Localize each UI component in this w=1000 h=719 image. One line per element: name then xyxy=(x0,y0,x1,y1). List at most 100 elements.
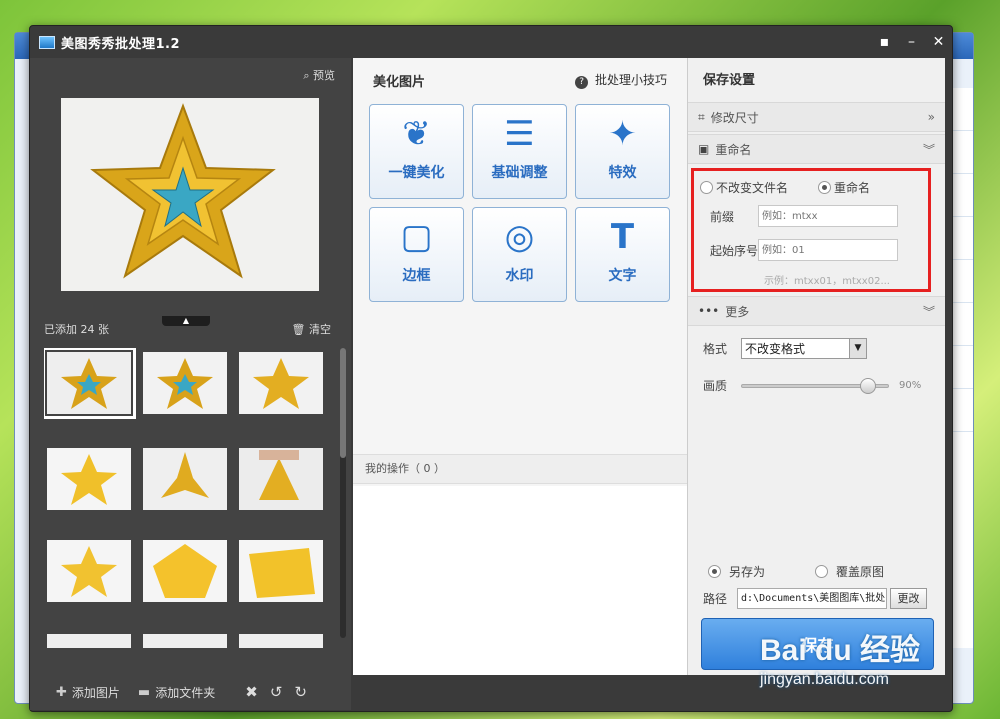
watermark-logo: Bai du 经验 xyxy=(760,634,921,667)
add-image-button[interactable]: ✚ 添加图片 xyxy=(56,684,120,701)
title-bar[interactable]: 美图秀秀批处理1.2 ▪ – ✕ xyxy=(30,26,952,58)
slider-knob[interactable] xyxy=(859,377,876,394)
rename-option-label: 重命名 xyxy=(834,180,871,195)
save-settings-title: 保存设置 xyxy=(703,73,756,88)
resize-section[interactable]: ⌗ 修改尺寸 » xyxy=(688,102,945,132)
watermark-button[interactable]: ◎ 水印 xyxy=(472,207,567,302)
save-as-option[interactable]: 另存为 xyxy=(708,563,765,580)
more-section[interactable]: ••• 更多 ︾ xyxy=(688,296,945,326)
tulip-icon: ❦ xyxy=(402,114,431,154)
effects-button[interactable]: ✦ 特效 xyxy=(575,104,670,199)
thumbnail-2[interactable] xyxy=(143,352,227,414)
start-number-input[interactable] xyxy=(758,239,898,261)
tool-label: 一键美化 xyxy=(388,165,445,181)
hand-fold-thumbnail xyxy=(239,448,323,510)
magnifier-icon: ⌕ xyxy=(303,69,310,82)
rotate-right-icon[interactable]: ↻ xyxy=(294,683,307,701)
rename-label: 重命名 xyxy=(715,142,752,157)
folder-icon: ▬ xyxy=(137,684,151,700)
sliders-icon: ☰ xyxy=(504,114,535,154)
quality-value: 90% xyxy=(899,380,922,391)
fold-thumbnail xyxy=(239,540,323,602)
format-value: 不改变格式 xyxy=(745,342,806,356)
thumbnail-grid xyxy=(44,348,324,648)
app-window: 美图秀秀批处理1.2 ▪ – ✕ ⌕ 预览 ▲ 已添加 24 张 🗑 清空 ✚ … xyxy=(29,25,953,712)
more-label: 更多 xyxy=(725,304,750,319)
thumbnail-11[interactable] xyxy=(143,634,227,648)
quality-label: 画质 xyxy=(703,379,728,393)
rename-section[interactable]: ▣ 重命名 ︾ xyxy=(688,134,945,164)
thumbnail-4[interactable] xyxy=(47,448,131,510)
prefix-label: 前缀 xyxy=(710,209,735,224)
tool-label: 基础调整 xyxy=(491,165,548,181)
beautify-panel: 美化图片 ? 批处理小技巧 ❦ 一键美化 ☰ 基础调整 ✦ 特效 ▢ 边框 ◎ … xyxy=(353,58,687,675)
thumbnail-10[interactable] xyxy=(47,634,131,648)
clear-button[interactable]: 🗑 清空 xyxy=(292,321,331,337)
star-thumbnail xyxy=(143,352,227,414)
save-settings-panel: 保存设置 ⌗ 修改尺寸 » ▣ 重命名 ︾ 不改变文件名 重命名 前缀 例如：m… xyxy=(687,58,945,675)
crop-icon: ⌗ xyxy=(698,109,705,124)
path-input[interactable]: d:\Documents\美图图库\批处 xyxy=(737,588,888,609)
one-click-beautify-button[interactable]: ❦ 一键美化 xyxy=(369,104,464,199)
trash-icon: 🗑 xyxy=(291,323,306,336)
thumbnail-3[interactable] xyxy=(239,352,323,414)
prefix-input[interactable] xyxy=(758,205,898,227)
skin-button[interactable]: ▪ xyxy=(871,30,898,54)
tool-label: 特效 xyxy=(608,165,637,181)
chevron-down-icon: ︾ xyxy=(922,142,935,157)
my-operations-bar: 我的操作（ 0 ） xyxy=(353,454,687,484)
basic-adjust-button[interactable]: ☰ 基础调整 xyxy=(472,104,567,199)
quality-slider[interactable] xyxy=(741,377,890,394)
app-title: 美图秀秀批处理1.2 xyxy=(61,36,181,52)
thumbnail-6[interactable] xyxy=(239,448,323,510)
text-button[interactable]: T 文字 xyxy=(575,207,670,302)
preview-button[interactable]: ⌕ 预览 xyxy=(303,67,335,83)
add-folder-label: 添加文件夹 xyxy=(155,685,216,700)
overwrite-label: 覆盖原图 xyxy=(836,565,885,579)
close-button[interactable]: ✕ xyxy=(925,30,952,54)
left-toolbar: ✚ 添加图片 ▬ 添加文件夹 ✖ ↺ ↻ xyxy=(30,674,351,710)
rename-option[interactable]: 重命名 xyxy=(818,179,870,196)
watermark-url: jingyan.baidu.com xyxy=(760,671,889,688)
radio-selected-icon xyxy=(708,565,721,578)
thumbnail-5[interactable] xyxy=(143,448,227,510)
baidu-jingyan-watermark: Bai du 经验 jingyan.baidu.com xyxy=(760,625,960,700)
added-count: 已添加 24 张 xyxy=(44,323,109,336)
thumbnail-8[interactable] xyxy=(143,540,227,602)
delete-icon[interactable]: ✖ xyxy=(245,683,258,701)
thumbnail-scrollbar[interactable] xyxy=(340,348,346,638)
thumbnail-12[interactable] xyxy=(239,634,323,648)
radio-icon xyxy=(700,180,713,194)
minimize-button[interactable]: – xyxy=(898,30,925,54)
dots-icon: ••• xyxy=(698,304,720,318)
path-label: 路径 xyxy=(703,592,728,606)
tool-label: 边框 xyxy=(402,268,431,284)
preview-label: 预览 xyxy=(313,69,335,82)
chevron-right-icon: » xyxy=(927,110,935,124)
thumbnail-7[interactable] xyxy=(47,540,131,602)
preview-image xyxy=(61,98,319,291)
magic-wand-icon: ✦ xyxy=(608,114,637,154)
overwrite-option[interactable]: 覆盖原图 xyxy=(815,563,884,580)
save-as-label: 另存为 xyxy=(729,565,766,579)
app-icon xyxy=(39,35,55,49)
star-thumbnail xyxy=(143,448,227,510)
scrollbar-thumb[interactable] xyxy=(340,348,346,458)
change-path-button[interactable]: 更改 xyxy=(890,588,928,609)
text-icon: T xyxy=(610,217,635,257)
start-number-label: 起始序号 xyxy=(710,243,759,258)
keep-name-option[interactable]: 不改变文件名 xyxy=(700,179,788,196)
add-folder-button[interactable]: ▬ 添加文件夹 xyxy=(138,684,215,701)
tips-link[interactable]: ? 批处理小技巧 xyxy=(575,71,667,89)
rename-options-highlight: 不改变文件名 重命名 前缀 起始序号 示例：mtxx01，mtxx02... xyxy=(691,168,931,292)
border-button[interactable]: ▢ 边框 xyxy=(369,207,464,302)
star-photo xyxy=(61,98,319,291)
thumbnail-9[interactable] xyxy=(239,540,323,602)
operations-list xyxy=(353,486,687,675)
rotate-left-icon[interactable]: ↺ xyxy=(270,683,283,701)
format-label: 格式 xyxy=(703,342,728,356)
rename-icon: ▣ xyxy=(698,142,710,156)
collapse-preview-tab[interactable]: ▲ xyxy=(162,316,210,326)
format-select[interactable]: 不改变格式 ▼ xyxy=(741,338,868,359)
thumbnail-1[interactable] xyxy=(44,348,136,419)
